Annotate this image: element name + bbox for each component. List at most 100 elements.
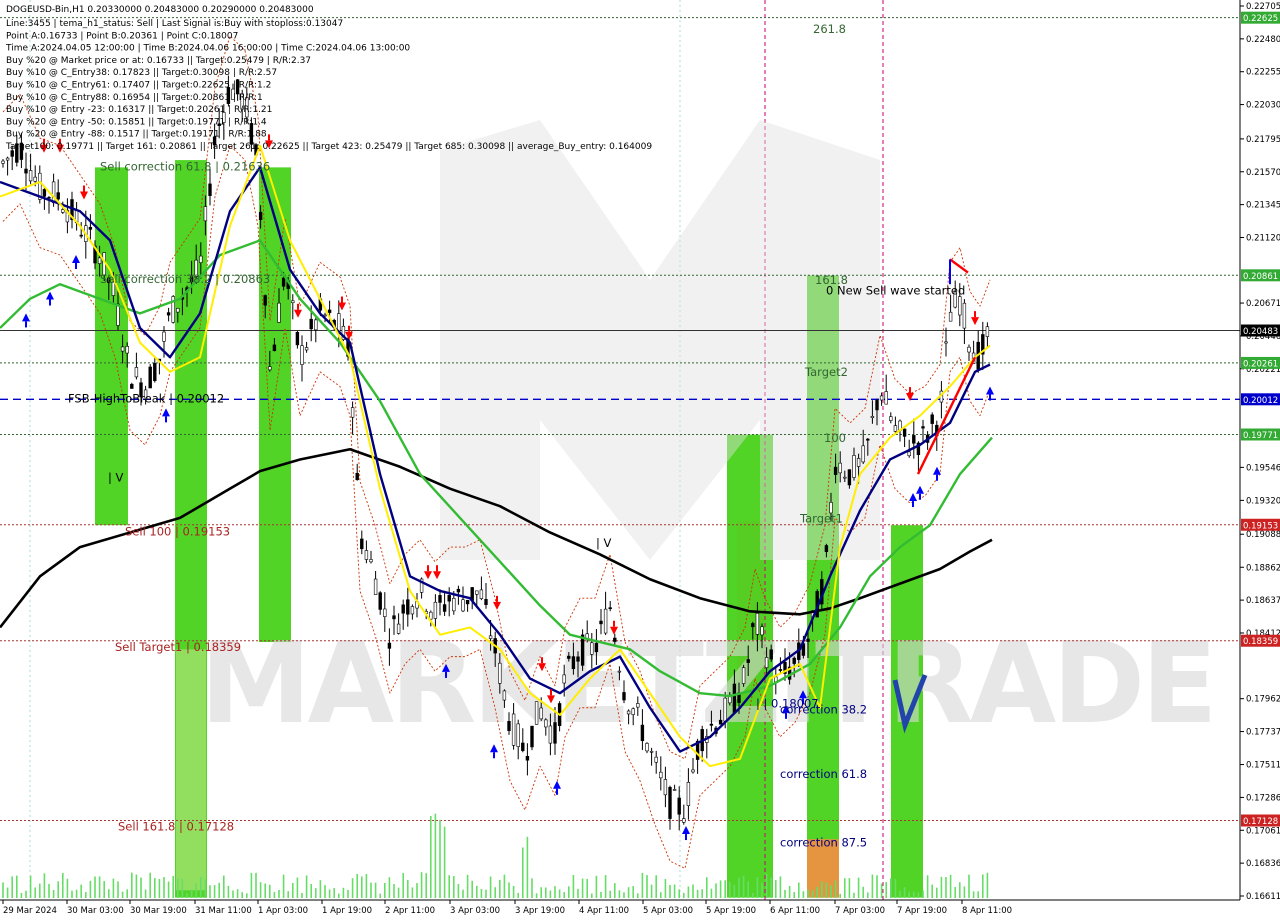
candle-body — [755, 613, 760, 635]
candle-body — [723, 697, 727, 722]
candle-body — [263, 295, 267, 306]
time-tick-label: 7 Apr 19:00 — [897, 906, 947, 916]
price-tick-label: 0.16836 — [1246, 859, 1280, 869]
time-tick-label: 8 Apr 11:00 — [962, 906, 1012, 916]
candle-body — [327, 309, 332, 313]
candle-body — [199, 255, 203, 263]
candle-body — [778, 669, 783, 671]
candle-body — [392, 615, 396, 620]
level-label-4: Sell 100 | 0.19153 — [125, 524, 230, 538]
time-tick-label: 30 Mar 19:00 — [130, 906, 187, 916]
time-tick-label: 31 Mar 11:00 — [195, 906, 252, 916]
candle-body — [79, 234, 83, 237]
price-tick-label: 0.17737 — [1246, 728, 1280, 738]
candle-body — [28, 170, 33, 182]
candle-body — [258, 211, 263, 220]
candle-body — [930, 414, 934, 424]
candle-body — [843, 476, 847, 479]
price-tick-label: 0.17962 — [1246, 695, 1280, 705]
price-tick-label: 0.21120 — [1246, 233, 1280, 243]
candle-body — [47, 197, 51, 199]
candle-body — [553, 722, 557, 744]
candle-body — [452, 598, 456, 612]
time-tick-label: 4 Apr 11:00 — [579, 906, 629, 916]
candle-body — [893, 425, 898, 432]
time-tick-label: 5 Apr 03:00 — [643, 906, 693, 916]
level-label-0: 261.8 — [813, 22, 846, 36]
price-tick-label: 0.18637 — [1246, 596, 1280, 606]
candle-body — [396, 623, 401, 634]
time-tick-label: 30 Mar 03:00 — [67, 906, 124, 916]
signal-zone-2 — [259, 167, 291, 643]
price-tick-label: 0.22030 — [1246, 101, 1280, 111]
candle-body — [562, 674, 566, 684]
candle-body — [61, 209, 65, 213]
price-tag-text: 0.20012 — [1243, 396, 1278, 406]
candle-body — [567, 655, 571, 659]
price-tag-text: 0.19153 — [1243, 521, 1278, 531]
candle-body — [792, 657, 796, 664]
time-tick-label: 1 Apr 19:00 — [322, 906, 372, 916]
candle-body — [5, 157, 10, 161]
level-label-10: Target1 — [799, 511, 843, 525]
candle-body — [741, 667, 746, 684]
candle-body — [672, 789, 677, 791]
candle-body — [369, 559, 373, 563]
candle-body — [116, 303, 120, 326]
candle-body — [806, 638, 810, 642]
candle-body — [861, 445, 865, 463]
info-line-4: Buy %10 @ C_Entry38: 0.17823 || Target:0… — [6, 68, 277, 78]
candle-body — [617, 670, 622, 673]
candle-body — [51, 181, 56, 203]
candle-body — [879, 395, 884, 401]
candle-body — [534, 701, 539, 725]
candle-body — [645, 743, 649, 752]
candle-body — [511, 713, 516, 746]
level-label-12: | V — [108, 470, 124, 484]
candle-body — [304, 347, 309, 351]
candle-body — [498, 662, 502, 684]
level-label-3: FSB-HighToBreak | 0.20012 — [68, 392, 224, 406]
candle-body — [295, 332, 300, 346]
candle-body — [824, 545, 829, 553]
price-tag-text: 0.19771 — [1243, 431, 1278, 441]
candle-body — [360, 538, 364, 550]
candle-body — [475, 590, 479, 595]
candle-body — [525, 756, 530, 761]
time-tick-label: 3 Apr 03:00 — [450, 906, 500, 916]
price-tag-text: 0.20261 — [1243, 359, 1278, 369]
level-label-16: correction 61.8 — [780, 767, 867, 781]
candle-body — [626, 710, 631, 715]
candle-body — [668, 786, 672, 819]
candle-body — [889, 416, 893, 421]
candle-body — [309, 318, 313, 330]
candle-body — [516, 723, 520, 747]
candle-body — [677, 797, 681, 815]
candle-body — [709, 723, 714, 726]
chart-area[interactable]: MARKETZITRADE 261.8 Sell correction 61.8 … — [0, 0, 1280, 920]
price-tick-label: 0.17286 — [1246, 793, 1280, 803]
price-tag-text: 0.17128 — [1243, 817, 1278, 827]
candle-body — [364, 550, 369, 560]
candlestick-chart[interactable]: MARKETZITRADE 261.8Sell correction 61.8 … — [0, 0, 1280, 920]
candle-body — [97, 257, 102, 264]
candle-body — [176, 308, 180, 313]
candle-body — [649, 750, 654, 753]
candle-body — [866, 438, 870, 441]
candle-body — [875, 400, 879, 411]
candle-body — [456, 588, 461, 593]
candle-body — [378, 592, 382, 610]
info-line-3: Buy %20 @ Market price or at: 0.16733 ||… — [6, 56, 311, 66]
candle-body — [281, 277, 286, 287]
time-tick-label: 2 Apr 11:00 — [385, 906, 435, 916]
candle-body — [337, 313, 341, 332]
candle-body — [852, 455, 856, 478]
candle-body — [608, 607, 612, 609]
candle-body — [548, 725, 553, 744]
candle-body — [636, 703, 640, 708]
symbol-line: DOGEUSD-Bin,H1 0.20330000 0.20483000 0.2… — [6, 5, 314, 15]
info-line-8: Buy %20 @ Entry -50: 0.15851 || Target:0… — [6, 117, 267, 127]
candle-body — [88, 226, 93, 230]
candle-body — [461, 599, 465, 612]
level-label-2: Sell correction 38.2 | 0.20863 — [100, 272, 270, 286]
